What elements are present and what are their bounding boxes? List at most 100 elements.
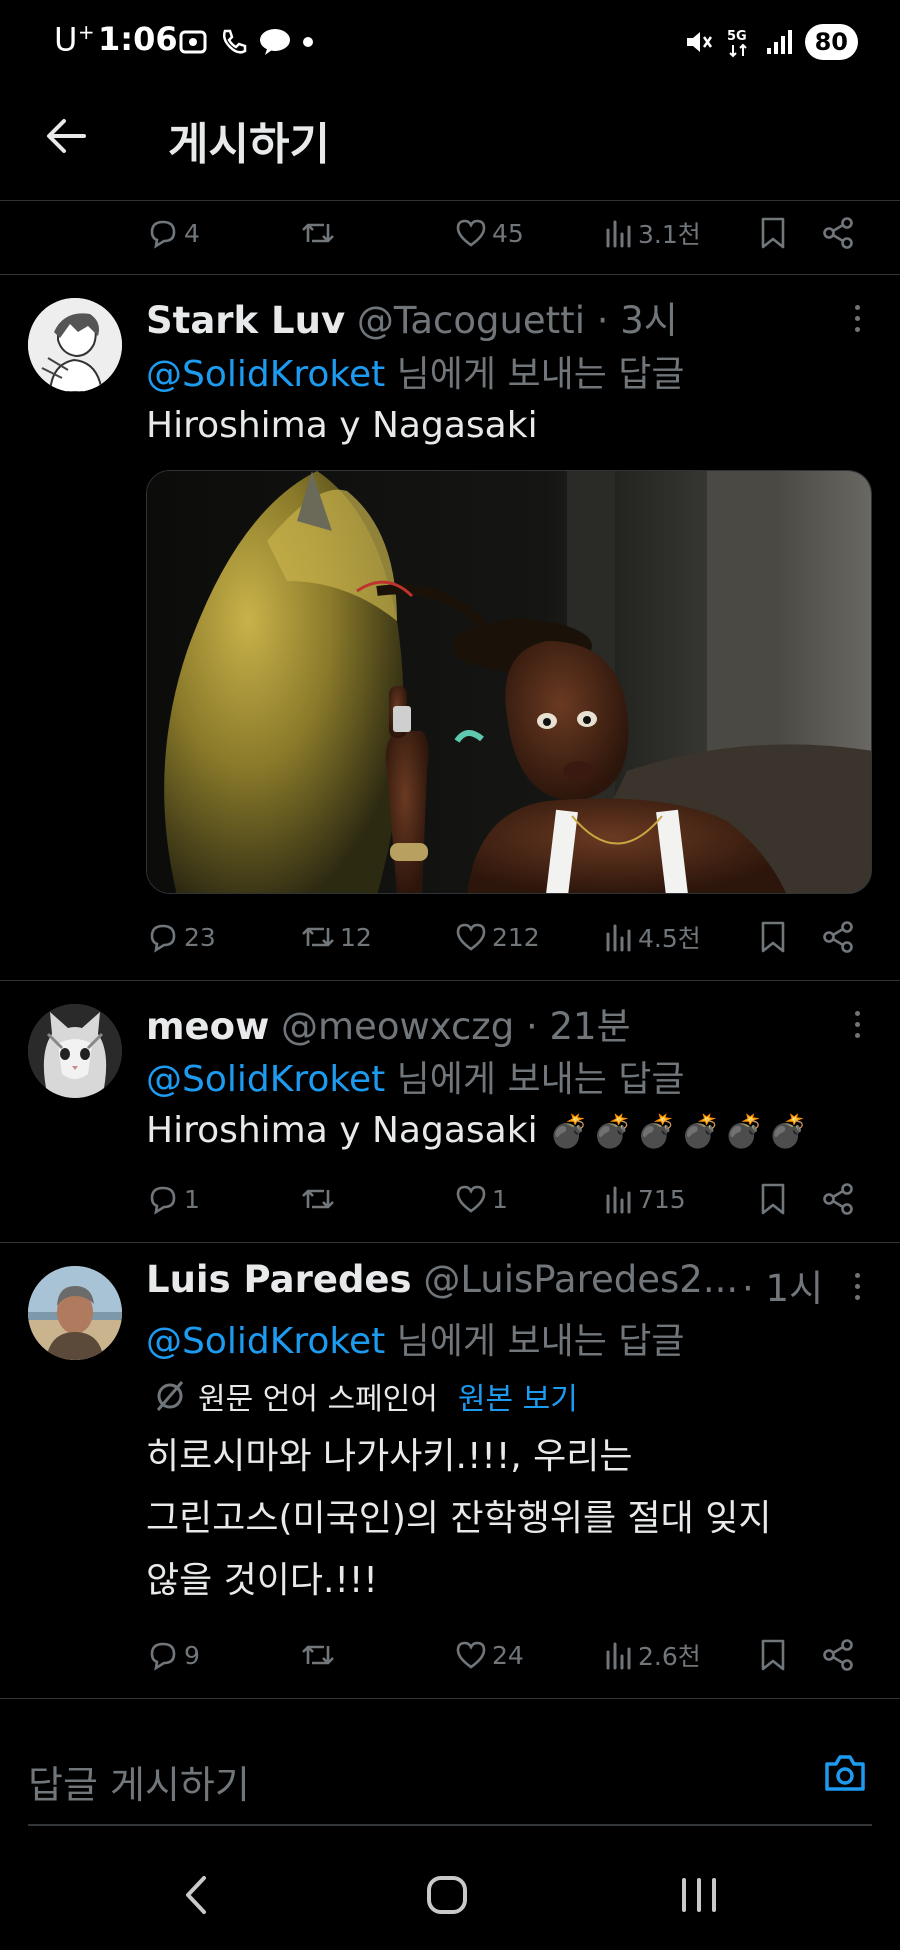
reply-button[interactable]: 23	[146, 914, 216, 960]
tweet-actions: 23 12 212 4.5천	[0, 914, 900, 960]
reply-composer: 답글 게시하기	[0, 1716, 900, 1826]
bookmark-button[interactable]	[758, 1632, 788, 1678]
reply-context: @SolidKroket 님에게 보내는 답글	[146, 345, 685, 397]
timestamp[interactable]: · 1시	[742, 1267, 823, 1310]
like-count: 1	[492, 1184, 508, 1214]
tweet-text: 히로시마와 나가사키.!!!, 우리는 그린고스(미국인)의 잔학행위를 절대 …	[146, 1426, 866, 1612]
translation-note: 원문 언어 스페인어	[198, 1382, 438, 1417]
bomb-emoji: 💣💣💣💣💣💣	[549, 1112, 813, 1150]
display-name[interactable]: Stark Luv	[146, 299, 345, 342]
views-count: 2.6천	[638, 1642, 701, 1671]
share-button[interactable]	[822, 1632, 854, 1678]
avatar-illustration	[28, 298, 122, 392]
timestamp[interactable]: · 21분	[526, 1005, 631, 1048]
reply-count: 23	[184, 922, 216, 952]
reply-icon	[150, 924, 176, 953]
home-icon	[427, 1876, 467, 1914]
screenshot-icon	[179, 30, 207, 54]
nav-back-button[interactable]	[176, 1870, 216, 1924]
bookmark-icon	[761, 1183, 785, 1215]
timestamp[interactable]: · 3시	[597, 299, 678, 342]
mention-link[interactable]: @SolidKroket	[146, 1059, 385, 1100]
arrow-left-icon	[47, 119, 86, 153]
like-button[interactable]: 24	[454, 1632, 524, 1678]
like-button[interactable]: 1	[454, 1176, 508, 1222]
tweet-divider	[0, 274, 900, 275]
tweet-image[interactable]	[146, 470, 872, 894]
translation-banner: 원문 언어 스페인어 원본 보기	[152, 1374, 578, 1418]
chart-icon	[606, 924, 631, 952]
share-icon	[823, 921, 853, 953]
views-button[interactable]: 3.1천	[604, 210, 701, 256]
views-button[interactable]: 715	[604, 1176, 686, 1222]
repost-count: 12	[340, 922, 372, 952]
system-icons: 5G 80	[683, 24, 858, 60]
repost-icon	[302, 1189, 334, 1209]
header-divider	[0, 200, 900, 201]
repost-button[interactable]: 12	[300, 914, 372, 960]
chart-icon	[606, 1186, 631, 1214]
compose-divider	[0, 1698, 900, 1699]
tweet-header: Luis Paredes @LuisParedes2...	[146, 1258, 738, 1301]
more-options-button[interactable]	[844, 1004, 870, 1044]
camera-button[interactable]	[822, 1752, 868, 1798]
talk-icon	[260, 29, 290, 55]
tweet-actions: 9 24 2.6천	[0, 1632, 900, 1678]
handle[interactable]: @meowxczg	[281, 1005, 514, 1048]
reply-count: 1	[184, 1184, 200, 1214]
back-button[interactable]	[40, 110, 92, 162]
reply-input[interactable]: 답글 게시하기	[28, 1754, 250, 1809]
more-options-button[interactable]	[844, 298, 870, 338]
translate-icon	[156, 1381, 184, 1411]
chevron-left-icon	[186, 1876, 206, 1914]
like-count: 212	[492, 922, 540, 952]
bookmark-button[interactable]	[758, 1176, 788, 1222]
like-count: 45	[492, 218, 524, 248]
repost-icon	[302, 1645, 334, 1665]
reply-icon	[150, 1186, 176, 1215]
like-button[interactable]: 45	[454, 210, 524, 256]
tweet-actions: 1 1 715	[0, 1176, 900, 1222]
avatar[interactable]	[28, 1266, 122, 1360]
avatar[interactable]	[28, 298, 122, 392]
handle[interactable]: @Tacoguetti	[357, 299, 585, 342]
status-bar: U+ 1:06 5G 80	[0, 0, 900, 86]
reply-context-label: 님에게 보내는 답글	[385, 354, 685, 395]
views-button[interactable]: 4.5천	[604, 914, 701, 960]
views-button[interactable]: 2.6천	[604, 1632, 701, 1678]
reply-button[interactable]: 4	[146, 210, 200, 256]
mention-link[interactable]: @SolidKroket	[146, 354, 385, 395]
show-original-link[interactable]: 원본 보기	[458, 1374, 578, 1418]
chart-icon	[606, 220, 631, 248]
reply-button[interactable]: 9	[146, 1632, 200, 1678]
top-app-bar: 게시하기	[0, 86, 900, 200]
more-options-button[interactable]	[844, 1266, 870, 1306]
repost-button[interactable]	[300, 210, 340, 256]
system-nav-bar	[0, 1850, 900, 1950]
bookmark-button[interactable]	[758, 914, 788, 960]
nav-home-button[interactable]	[424, 1870, 470, 1924]
display-name[interactable]: Luis Paredes	[146, 1258, 412, 1301]
share-icon	[823, 217, 853, 249]
reply-context: @SolidKroket 님에게 보내는 답글	[146, 1050, 685, 1102]
composer-underline	[28, 1824, 872, 1826]
tweet-text: Hiroshima y Nagasaki	[146, 405, 538, 446]
like-count: 24	[492, 1640, 524, 1670]
share-button[interactable]	[822, 914, 854, 960]
handle[interactable]: @LuisParedes2...	[423, 1258, 738, 1301]
repost-button[interactable]	[300, 1632, 340, 1678]
nav-recents-button[interactable]	[676, 1870, 722, 1924]
signal-icon	[766, 30, 792, 54]
views-count: 715	[638, 1184, 686, 1214]
display-name[interactable]: meow	[146, 1005, 269, 1048]
like-button[interactable]: 212	[454, 914, 540, 960]
bookmark-button[interactable]	[758, 210, 788, 256]
share-button[interactable]	[822, 210, 854, 256]
reply-button[interactable]: 1	[146, 1176, 200, 1222]
views-count: 3.1천	[638, 220, 701, 249]
reply-context: @SolidKroket 님에게 보내는 답글	[146, 1312, 685, 1364]
share-button[interactable]	[822, 1176, 854, 1222]
avatar[interactable]	[28, 1004, 122, 1098]
repost-button[interactable]	[300, 1176, 340, 1222]
mention-link[interactable]: @SolidKroket	[146, 1321, 385, 1362]
